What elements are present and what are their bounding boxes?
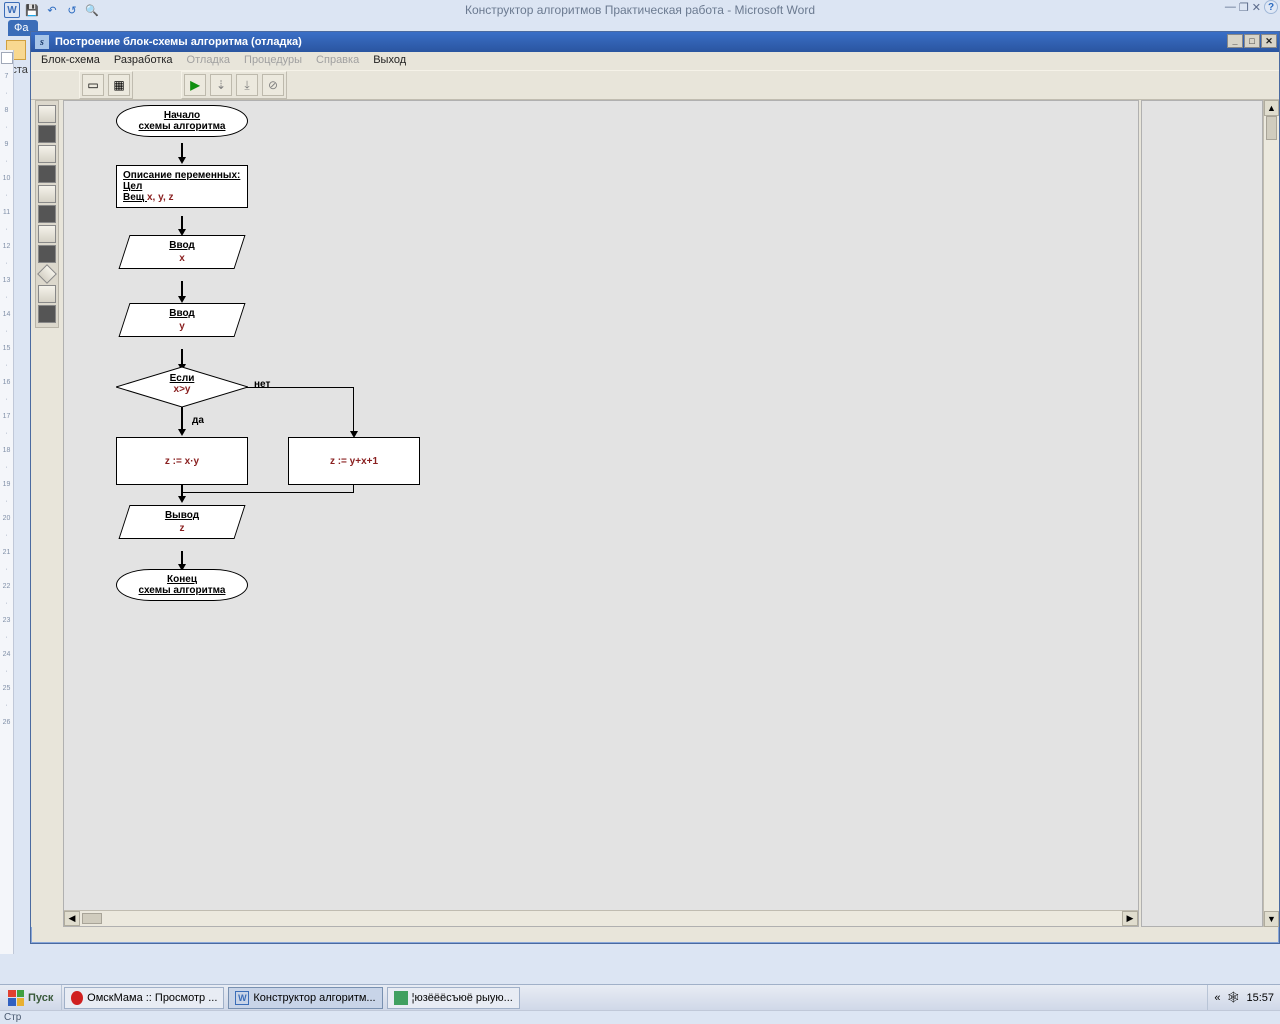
word-help-icon[interactable]: ? — [1264, 0, 1278, 14]
palette-item[interactable] — [38, 245, 56, 263]
app-toolbar: ▭ ▦ ▶ ⇣ ⤓ ⊘ — [31, 70, 1279, 100]
word-ruler-vertical: 7·8· 9·10· 11·12· 13·14· 15·16· 17·18· 1… — [0, 50, 14, 954]
algorithm-builder-window: s Построение блок-схемы алгоритма (отлад… — [30, 31, 1280, 944]
app-close-button[interactable]: ✕ — [1261, 34, 1277, 48]
node-start[interactable]: Начало схемы алгоритма — [116, 105, 248, 137]
palette-item-diamond[interactable] — [37, 264, 57, 284]
palette-item[interactable] — [38, 125, 56, 143]
run-button[interactable]: ▶ — [184, 74, 206, 96]
node-output[interactable]: Вывод z — [118, 505, 245, 539]
taskbar: Пуск ОмскМама :: Просмотр ... W Конструк… — [0, 984, 1280, 1010]
node-input-y[interactable]: Ввод y — [118, 303, 245, 337]
palette-item[interactable] — [38, 105, 56, 123]
label-no: нет — [254, 379, 270, 390]
menu-razrabotka[interactable]: Разработка — [114, 54, 173, 70]
word-icon: W — [4, 2, 20, 18]
horizontal-scrollbar[interactable]: ◀ ▶ — [64, 910, 1138, 926]
undo-icon[interactable]: ↶ — [44, 2, 60, 18]
opera-icon — [71, 991, 83, 1005]
scroll-up-icon[interactable]: ▲ — [1264, 100, 1279, 116]
word-restore-icon[interactable]: ❐ — [1239, 1, 1249, 14]
scroll-thumb[interactable] — [1266, 116, 1277, 140]
app-titlebar[interactable]: s Построение блок-схемы алгоритма (отлад… — [31, 32, 1279, 52]
shape-palette — [35, 100, 59, 328]
word-icon: W — [235, 991, 249, 1005]
taskbar-item[interactable]: ¦юзёёёсъюё рыую... — [387, 987, 520, 1009]
node-decision[interactable]: Если x>y — [116, 367, 248, 407]
canvas-wrap: ▲ ▼ — [31, 100, 1279, 927]
scroll-right-icon[interactable]: ▶ — [1122, 911, 1138, 926]
tray-chevron-icon[interactable]: « — [1214, 992, 1220, 1004]
palette-item[interactable] — [38, 165, 56, 183]
redo-icon[interactable]: ↺ — [64, 2, 80, 18]
palette-item[interactable] — [38, 285, 56, 303]
step-button-2[interactable]: ⤓ — [236, 74, 258, 96]
word-minimize-icon[interactable]: — — [1225, 1, 1236, 13]
taskbar-item[interactable]: W Конструктор алгоритм... — [228, 987, 382, 1009]
menu-procedury: Процедуры — [244, 54, 302, 70]
toolbar-btn-2[interactable]: ▦ — [108, 74, 130, 96]
app-icon: s — [35, 35, 49, 49]
side-panel — [1141, 100, 1263, 927]
palette-item[interactable] — [38, 205, 56, 223]
app-menubar: Блок-схема Разработка Отладка Процедуры … — [31, 52, 1279, 70]
palette-item[interactable] — [38, 145, 56, 163]
word-close-icon[interactable]: ✕ — [1252, 1, 1261, 14]
taskbar-item[interactable]: ОмскМама :: Просмотр ... — [64, 987, 224, 1009]
step-button-1[interactable]: ⇣ — [210, 74, 232, 96]
preview-icon[interactable]: 🔍 — [84, 2, 100, 18]
word-status-bar: Стр — [0, 1010, 1280, 1024]
word-quick-access-bar: W 💾 ↶ ↺ 🔍 Конструктор алгоритмов Практич… — [0, 0, 1280, 20]
app-maximize-button[interactable]: □ — [1244, 34, 1260, 48]
palette-item[interactable] — [38, 225, 56, 243]
windows-flag-icon — [8, 990, 24, 1006]
menu-otladka: Отладка — [187, 54, 230, 70]
scroll-thumb-h[interactable] — [82, 913, 102, 924]
vertical-scrollbar[interactable]: ▲ ▼ — [1263, 100, 1279, 927]
menu-blokschema[interactable]: Блок-схема — [41, 54, 100, 70]
node-end[interactable]: Конец схемы алгоритма — [116, 569, 248, 601]
clock[interactable]: 15:57 — [1246, 992, 1274, 1004]
menu-spravka: Справка — [316, 54, 359, 70]
app-icon — [394, 991, 408, 1005]
scroll-down-icon[interactable]: ▼ — [1264, 911, 1279, 927]
node-vars[interactable]: Описание переменных: Цел Вещ x, y, z — [116, 165, 248, 208]
system-tray[interactable]: « 🕸 15:57 — [1207, 985, 1280, 1010]
tray-icon[interactable]: 🕸 — [1227, 991, 1241, 1004]
node-process-2[interactable]: z := y+x+1 — [288, 437, 420, 485]
node-input-x[interactable]: Ввод x — [118, 235, 245, 269]
word-title: Конструктор алгоритмов Практическая рабо… — [0, 0, 1280, 20]
palette-item[interactable] — [38, 185, 56, 203]
app-minimize-button[interactable]: _ — [1227, 34, 1243, 48]
toolbar-btn-1[interactable]: ▭ — [82, 74, 104, 96]
menu-vyhod[interactable]: Выход — [373, 54, 406, 70]
label-yes: да — [192, 415, 204, 426]
scroll-left-icon[interactable]: ◀ — [64, 911, 80, 926]
save-icon[interactable]: 💾 — [24, 2, 40, 18]
node-process-1[interactable]: z := x·y — [116, 437, 248, 485]
start-button[interactable]: Пуск — [0, 985, 62, 1010]
app-title: Построение блок-схемы алгоритма (отладка… — [55, 36, 302, 48]
stop-button[interactable]: ⊘ — [262, 74, 284, 96]
flowchart-canvas[interactable]: Начало схемы алгоритма Описание переменн… — [63, 100, 1139, 927]
palette-item[interactable] — [38, 305, 56, 323]
